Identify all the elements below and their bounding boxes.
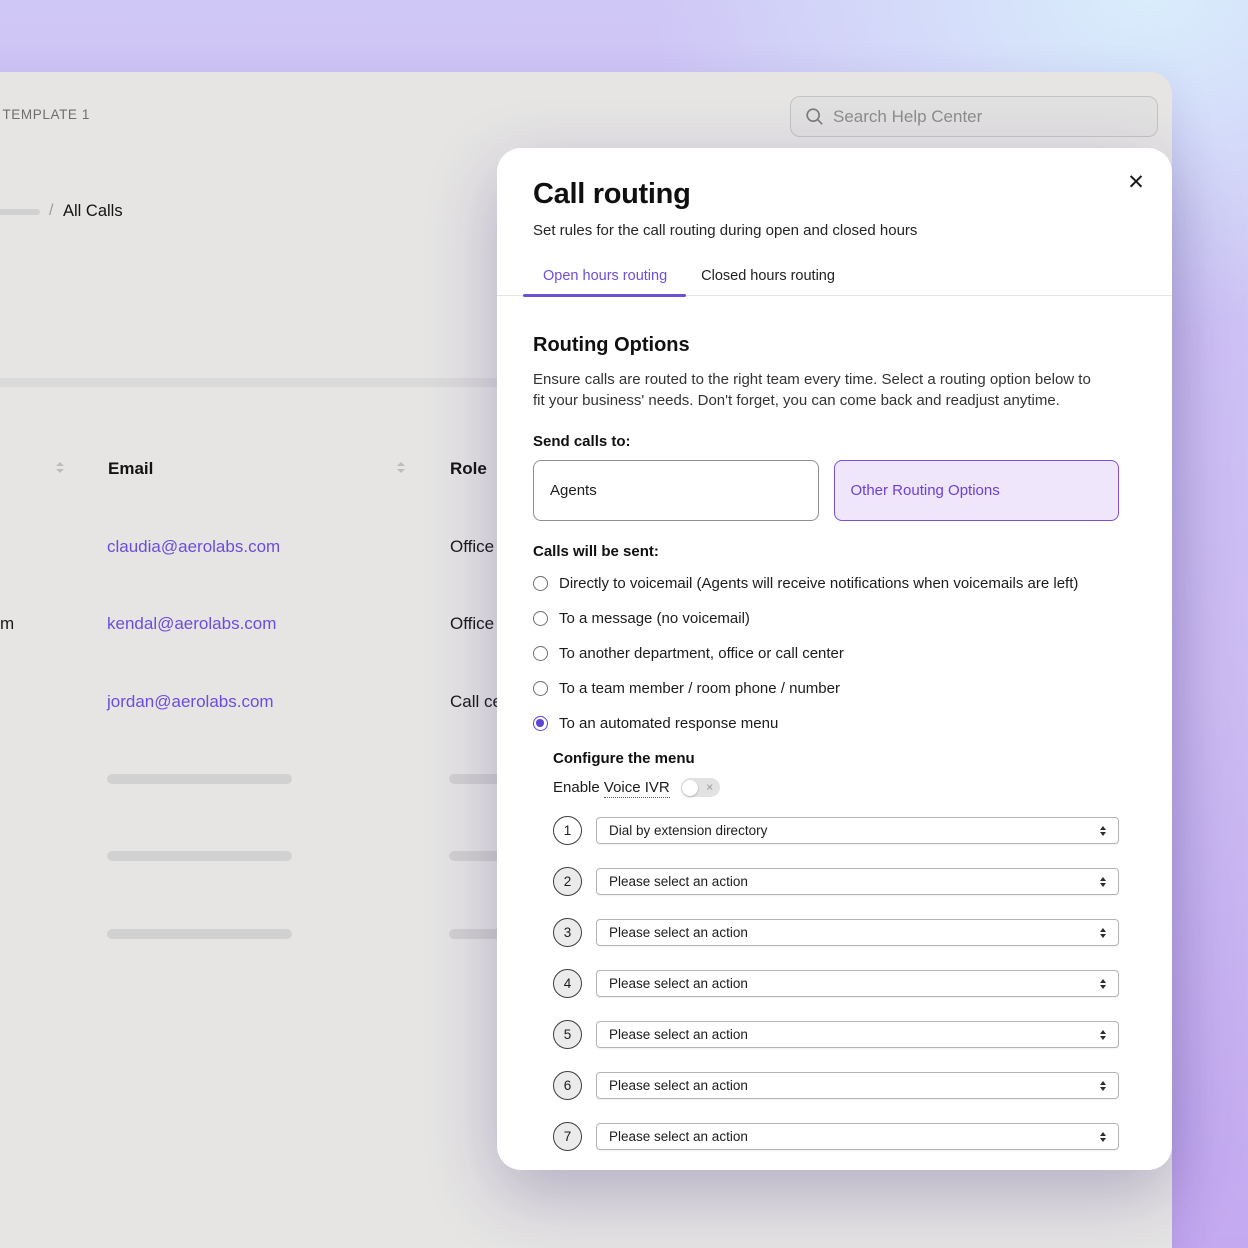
voice-ivr-term: Voice IVR (604, 779, 670, 798)
email-link[interactable]: jordan@aerolabs.com (107, 692, 274, 712)
calls-sent-label: Calls will be sent: (533, 543, 1119, 560)
truncated-cell-fragment: m (0, 614, 14, 634)
email-link[interactable]: claudia@aerolabs.com (107, 537, 280, 557)
action-select-5[interactable]: Please select an action (596, 1021, 1119, 1048)
menu-action-list: 1 Dial by extension directory 2 Please s… (553, 816, 1119, 1151)
voice-ivr-toggle[interactable]: ✕ (681, 778, 720, 797)
radio-icon (533, 646, 548, 661)
step-number: 4 (553, 969, 582, 998)
select-arrows-icon (1100, 979, 1106, 989)
select-arrows-icon (1100, 1030, 1106, 1040)
configure-menu-heading: Configure the menu (553, 750, 1119, 767)
breadcrumb-skeleton (0, 209, 40, 215)
routing-tabs: Open hours routing Closed hours routing (497, 262, 1172, 296)
modal-title: Call routing (533, 178, 1136, 211)
select-arrows-icon (1100, 1081, 1106, 1091)
section-heading: Routing Options (533, 334, 1119, 357)
toggle-off-icon: ✕ (706, 782, 714, 793)
select-arrows-icon (1100, 826, 1106, 836)
action-select-6[interactable]: Please select an action (596, 1072, 1119, 1099)
radio-directly-to-voicemail[interactable]: Directly to voicemail (Agents will recei… (533, 575, 1119, 592)
radio-icon-checked (533, 716, 548, 731)
select-arrows-icon (1100, 928, 1106, 938)
step-number: 2 (553, 867, 582, 896)
send-calls-options: Agents Other Routing Options (533, 460, 1119, 521)
row-skeleton (107, 929, 292, 939)
breadcrumb-template: / TEMPLATE 1 (0, 107, 90, 122)
menu-row-3: 3 Please select an action (553, 918, 1119, 947)
sort-icon[interactable] (397, 462, 405, 473)
select-arrows-icon (1100, 877, 1106, 887)
step-number: 5 (553, 1020, 582, 1049)
option-other-routing-button[interactable]: Other Routing Options (834, 460, 1120, 521)
column-header-role: Role (450, 459, 487, 479)
menu-row-6: 6 Please select an action (553, 1071, 1119, 1100)
enable-voice-ivr-row: Enable Voice IVR ✕ (553, 778, 1119, 797)
action-select-1[interactable]: Dial by extension directory (596, 817, 1119, 844)
send-calls-label: Send calls to: (533, 433, 1119, 450)
desktop-background: / TEMPLATE 1 / All Calls Email Role m cl… (0, 0, 1248, 1248)
tab-open-hours-routing[interactable]: Open hours routing (533, 262, 677, 295)
radio-another-department[interactable]: To another department, office or call ce… (533, 645, 1119, 662)
calls-sent-radio-group: Directly to voicemail (Agents will recei… (533, 575, 1119, 732)
step-number: 3 (553, 918, 582, 947)
row-skeleton (107, 851, 292, 861)
menu-row-5: 5 Please select an action (553, 1020, 1119, 1049)
action-select-4[interactable]: Please select an action (596, 970, 1119, 997)
radio-to-a-message[interactable]: To a message (no voicemail) (533, 610, 1119, 627)
step-number: 6 (553, 1071, 582, 1100)
option-agents-button[interactable]: Agents (533, 460, 819, 521)
menu-row-7: 7 Please select an action (553, 1122, 1119, 1151)
action-select-3[interactable]: Please select an action (596, 919, 1119, 946)
help-center-search[interactable] (790, 96, 1158, 137)
breadcrumb-separator: / (49, 202, 53, 220)
modal-subtitle: Set rules for the call routing during op… (533, 222, 1136, 239)
search-input[interactable] (833, 107, 1143, 127)
call-routing-modal: ✕ Call routing Set rules for the call ro… (497, 148, 1172, 1170)
menu-row-1: 1 Dial by extension directory (553, 816, 1119, 845)
configure-menu-section: Configure the menu Enable Voice IVR ✕ 1 (553, 750, 1119, 1151)
breadcrumb-current: All Calls (63, 202, 123, 221)
radio-automated-response-menu[interactable]: To an automated response menu (533, 715, 1119, 732)
toggle-knob (682, 780, 698, 796)
enable-voice-ivr-label: Enable Voice IVR (553, 779, 670, 796)
select-arrows-icon (1100, 1132, 1106, 1142)
radio-team-member[interactable]: To a team member / room phone / number (533, 680, 1119, 697)
section-description: Ensure calls are routed to the right tea… (533, 369, 1098, 411)
menu-row-2: 2 Please select an action (553, 867, 1119, 896)
close-icon[interactable]: ✕ (1122, 168, 1150, 196)
menu-row-4: 4 Please select an action (553, 969, 1119, 998)
step-number: 1 (553, 816, 582, 845)
row-skeleton (107, 774, 292, 784)
search-icon (805, 107, 824, 126)
role-cell: Call ce (450, 692, 502, 712)
role-cell: Office (450, 614, 494, 634)
tab-closed-hours-routing[interactable]: Closed hours routing (691, 262, 845, 295)
email-link[interactable]: kendal@aerolabs.com (107, 614, 276, 634)
sort-icon[interactable] (56, 462, 64, 473)
action-select-2[interactable]: Please select an action (596, 868, 1119, 895)
radio-icon (533, 681, 548, 696)
action-select-7[interactable]: Please select an action (596, 1123, 1119, 1150)
radio-icon (533, 576, 548, 591)
step-number: 7 (553, 1122, 582, 1151)
role-cell: Office (450, 537, 494, 557)
column-header-email: Email (108, 459, 153, 479)
radio-icon (533, 611, 548, 626)
